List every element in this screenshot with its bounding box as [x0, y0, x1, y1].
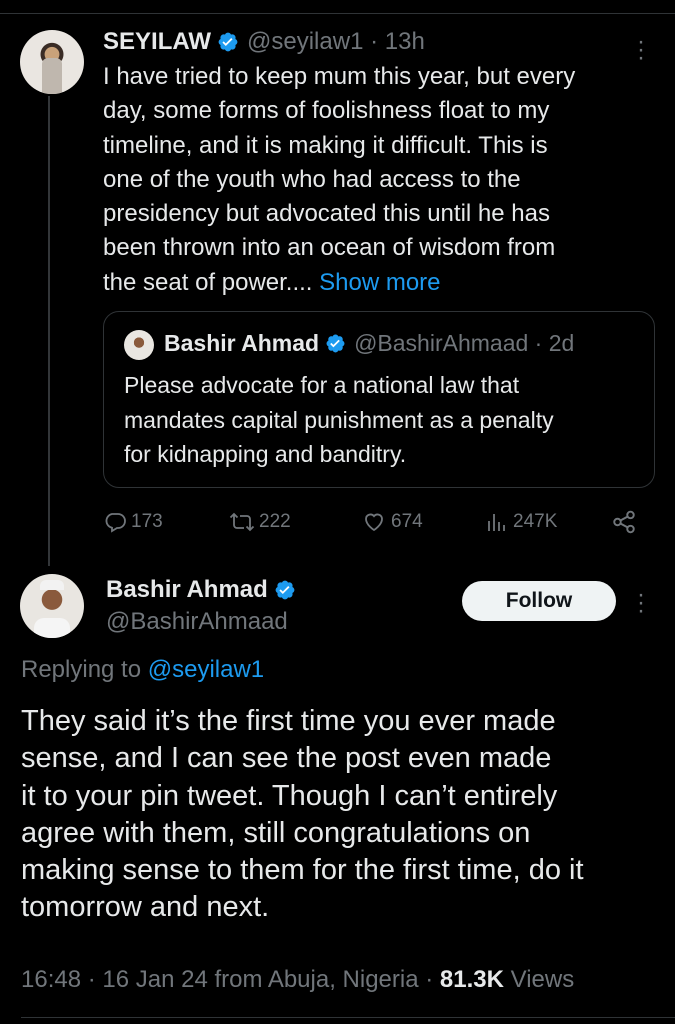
tweet-text-fragment: the seat of power....	[103, 268, 313, 296]
views-icon	[488, 514, 505, 531]
separator-dot: ·	[528, 330, 549, 356]
avatar-bashir-small	[124, 330, 154, 360]
reply-author-handle[interactable]: @BashirAhmaad	[106, 608, 304, 636]
verified-badge-icon	[275, 580, 295, 600]
tweet-text: I have tried to keep mum this year, but …	[103, 60, 643, 300]
tweet-text-line: one of the youth who had access to the	[103, 165, 521, 193]
quoted-text-line: mandates capital punishment as a penalty	[124, 406, 554, 433]
quoted-tweet-header: Bashir Ahmad @BashirAhmaad · 2d	[164, 330, 574, 357]
reply-count: 173	[131, 511, 163, 532]
more-options-icon[interactable]: · · ·	[636, 30, 646, 70]
reply-text: They said it’s the first time you ever m…	[21, 703, 661, 927]
quoted-text-line: Please advocate for a national law that	[124, 372, 520, 398]
tweet-time[interactable]: 13h	[385, 28, 425, 56]
tweet-text-line: presidency but advocated this until he h…	[103, 200, 550, 228]
like-count: 674	[391, 511, 423, 532]
like-button[interactable]: 674	[361, 505, 423, 539]
reply-button[interactable]: 173	[103, 505, 163, 539]
timestamp[interactable]: 16:48 · 16 Jan 24 from Abuja, Nigeria ·	[21, 966, 433, 993]
avatar-seyilaw[interactable]	[20, 30, 84, 94]
quoted-tweet-text: Please advocate for a national law that …	[124, 368, 644, 472]
verified-badge-icon	[218, 32, 238, 52]
replying-to-label: Replying to	[21, 656, 142, 683]
reply-text-line: agree with them, still congratulations o…	[21, 816, 531, 849]
reply-author-name[interactable]: Bashir Ahmad	[106, 576, 268, 604]
reply-metadata: 16:48 · 16 Jan 24 from Abuja, Nigeria · …	[21, 966, 574, 994]
reply-text-line: sense, and I can see the post even made	[21, 742, 552, 775]
share-button[interactable]	[611, 505, 641, 539]
quoted-author-handle: @BashirAhmaad	[354, 330, 529, 356]
tweet-text-line: day, some forms of foolishness float to …	[103, 97, 550, 125]
retweet-button[interactable]: 222	[229, 505, 291, 539]
tweet-header: SEYILAW @seyilaw1 · 13h	[103, 26, 425, 58]
tweet-text-line: the seat of power.... Show more	[103, 266, 643, 300]
reply-text-line: tomorrow and next.	[21, 891, 270, 924]
quoted-tweet[interactable]: Bashir Ahmad @BashirAhmaad · 2d Please a…	[103, 311, 655, 488]
views-number: 81.3K	[439, 966, 504, 993]
verified-badge-icon	[326, 334, 345, 353]
separator-dot: ·	[363, 28, 385, 55]
reply-text-line: They said it’s the first time you ever m…	[21, 705, 556, 737]
quoted-text-line: for kidnapping and banditry.	[124, 441, 407, 467]
tweet-action-bar: 173 222 674 247K	[103, 505, 643, 539]
tweet-text-line: timeline, and it is making it difficult.…	[103, 131, 548, 159]
show-more-link[interactable]: Show more	[319, 269, 440, 296]
views-count: 247K	[513, 511, 558, 532]
follow-button[interactable]: Follow	[462, 581, 616, 621]
tweet-text-line: I have tried to keep mum this year, but …	[103, 63, 576, 90]
views-button[interactable]: 247K	[485, 505, 557, 539]
views-label: Views	[510, 966, 575, 993]
tweet-text-line: been thrown into an ocean of wisdom from	[103, 234, 556, 262]
retweet-count: 222	[259, 511, 291, 532]
avatar-bashir[interactable]	[20, 574, 84, 638]
reply-header: Bashir Ahmad @BashirAhmaad	[106, 574, 304, 636]
reply-text-line: making sense to them for the first time,…	[21, 854, 584, 887]
more-options-icon[interactable]: · · ·	[636, 583, 646, 623]
bottom-divider	[21, 1017, 675, 1018]
thread-connector-line	[48, 96, 50, 566]
quoted-author-name: Bashir Ahmad	[164, 330, 320, 356]
author-name[interactable]: SEYILAW	[103, 28, 211, 56]
share-icon	[613, 510, 635, 534]
reply-text-line: it to your pin tweet. Though I can’t ent…	[21, 779, 558, 812]
reply-icon	[105, 513, 126, 533]
replying-to-handle[interactable]: @seyilaw1	[148, 656, 264, 683]
retweet-icon	[229, 512, 255, 532]
author-handle[interactable]: @seyilaw1	[247, 28, 363, 56]
replying-to: Replying to @seyilaw1	[21, 656, 264, 684]
like-icon	[365, 513, 383, 532]
quoted-tweet-time: 2d	[548, 330, 575, 356]
top-divider	[0, 0, 675, 14]
